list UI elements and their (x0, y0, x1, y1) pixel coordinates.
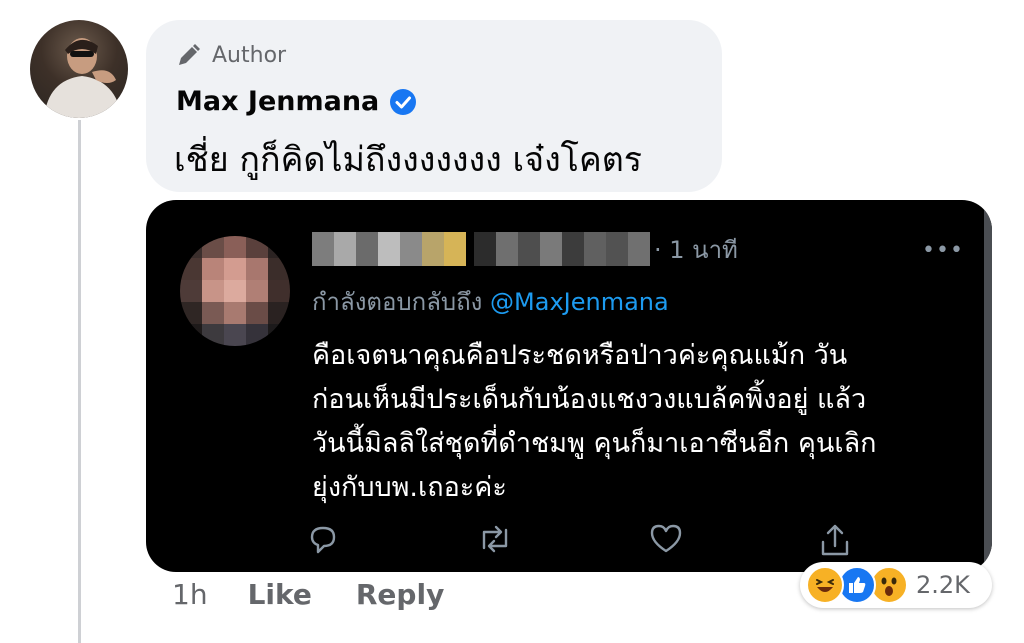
tweet-edge (984, 200, 992, 572)
comment-actions: 1h Like Reply (172, 578, 488, 611)
share-icon[interactable] (818, 522, 852, 562)
retweet-icon[interactable] (476, 522, 514, 560)
tweet-avatar-pixelated (180, 236, 290, 346)
profile-photo (44, 38, 122, 118)
thread-line (78, 120, 81, 643)
like-button[interactable]: Like (248, 578, 312, 611)
comment-time[interactable]: 1h (172, 578, 208, 611)
blurred-display-name (312, 232, 466, 266)
mention-link[interactable]: @MaxJenmana (490, 288, 669, 316)
blurred-handle (474, 232, 650, 266)
more-options-icon[interactable]: ••• (922, 238, 964, 263)
tweet-screenshot: · 1 นาที ••• กำลังตอบกลับถึง @MaxJenmana… (146, 200, 992, 572)
author-badge-label: Author (212, 42, 287, 68)
tweet-body-line: วันนี้มิลลิใส่ชุดที่ดำชมพู คุนก็มาเอาซีน… (312, 428, 877, 459)
commenter-name[interactable]: Max Jenmana (176, 86, 379, 117)
reply-icon[interactable] (306, 522, 340, 560)
tweet-actions (306, 522, 866, 562)
author-badge: Author (176, 42, 286, 68)
like-heart-icon[interactable] (648, 522, 684, 560)
tweet-body-line: คือเจตนาคุณคือประชดหรือป่าวค่ะคุณแม้ก วั… (312, 340, 848, 371)
avatar[interactable] (30, 20, 128, 118)
replying-to: กำลังตอบกลับถึง @MaxJenmana (312, 282, 669, 321)
comment-text: เชี่ย กูก็คิดไม่ถึงงงงงงง เจ๋งโคตร (174, 140, 643, 180)
reaction-count: 2.2K (916, 571, 970, 599)
replying-to-label: กำลังตอบกลับถึง (312, 288, 483, 316)
tweet-body: คือเจตนาคุณคือประชดหรือป่าวค่ะคุณแม้ก วั… (312, 334, 972, 510)
reply-button[interactable]: Reply (356, 578, 444, 611)
tweet-body-line: ยุ่งกับบพ.เถอะค่ะ (312, 472, 507, 503)
pen-icon (179, 44, 200, 65)
verified-badge-icon (390, 88, 417, 115)
tweet-body-line: ก่อนเห็นมีประเด็นกับน้องแชงวงแบล้คพิ้งอย… (312, 384, 867, 415)
comment-bubble: Author Max Jenmana เชี่ย กูก็คิดไม่ถึงงง… (146, 20, 722, 192)
tweet-time: · 1 นาที (654, 236, 738, 264)
reaction-summary[interactable]: 2.2K (800, 562, 992, 608)
laughing-icon (806, 566, 844, 604)
